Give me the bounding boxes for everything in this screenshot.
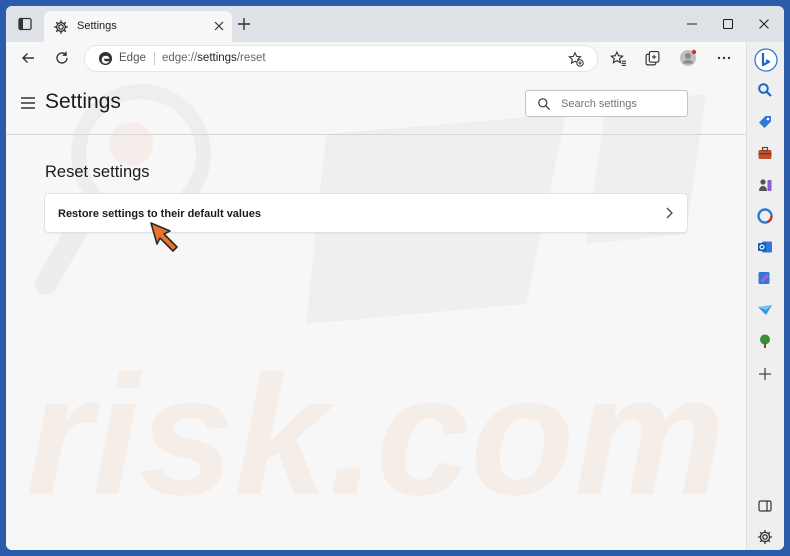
tools-icon — [758, 146, 772, 159]
tree-icon — [760, 334, 770, 348]
outlook-button[interactable] — [755, 237, 775, 257]
hide-sidebar-button[interactable] — [755, 496, 775, 516]
add-icon — [759, 368, 771, 380]
drop-icon — [758, 305, 772, 315]
watermark-text: risk.com — [26, 341, 725, 531]
shopping-tag-icon — [759, 116, 771, 128]
refresh-icon — [56, 51, 68, 64]
favorites-icon — [609, 50, 626, 66]
maximize-button[interactable] — [718, 14, 738, 34]
collections-button[interactable] — [642, 48, 662, 68]
url-text: edge://settings/reset — [162, 52, 266, 64]
browser-window: Settings Edge edge://settings/reset risk… — [6, 6, 784, 550]
profile-button[interactable] — [678, 48, 698, 68]
watermark: risk.com — [26, 84, 725, 531]
page-title: Settings — [45, 90, 121, 113]
address-separator — [154, 52, 155, 65]
site-identity-label: Edge — [119, 52, 146, 64]
tree-button[interactable] — [755, 331, 775, 351]
chevron-right-icon — [666, 207, 673, 219]
designer-icon — [758, 272, 770, 284]
edge-logo-icon — [98, 51, 113, 66]
outlook-icon — [758, 241, 772, 253]
tab-settings[interactable]: Settings — [44, 11, 232, 42]
office-icon — [757, 208, 773, 224]
search-icon — [538, 98, 551, 111]
gear-icon — [54, 20, 68, 34]
bing-copilot-button[interactable] — [754, 48, 778, 72]
pointer-arrow-icon — [150, 222, 178, 252]
title-bar: Settings — [6, 6, 784, 42]
favorites-button[interactable] — [608, 48, 628, 68]
navigation-toolbar: Edge edge://settings/reset — [6, 42, 746, 74]
search-input[interactable] — [561, 98, 679, 110]
edge-sidebar — [746, 42, 784, 550]
minimize-icon — [687, 23, 697, 25]
back-icon — [22, 53, 34, 63]
tab-title: Settings — [77, 20, 117, 32]
designer-button[interactable] — [755, 268, 775, 288]
url-prefix: edge:// — [162, 52, 198, 64]
minimize-button[interactable] — [682, 14, 702, 34]
menu-icon[interactable] — [20, 96, 36, 110]
address-bar[interactable]: Edge edge://settings/reset — [84, 45, 598, 72]
more-icon — [717, 56, 731, 60]
customize-sidebar-button[interactable] — [755, 527, 775, 547]
add-favorite-icon[interactable] — [568, 51, 584, 67]
url-suffix: /reset — [236, 52, 266, 64]
settings-page: risk.com Settings Reset settings Restore… — [6, 74, 746, 550]
sidebar-search-button[interactable] — [755, 80, 775, 100]
settings-header: Settings — [6, 74, 746, 135]
tools-button[interactable] — [755, 143, 775, 163]
games-icon — [759, 179, 772, 191]
office-button[interactable] — [755, 206, 775, 226]
refresh-button[interactable] — [52, 48, 72, 68]
close-tab-icon[interactable] — [212, 19, 226, 33]
section-title: Reset settings — [45, 163, 150, 181]
drop-button[interactable] — [755, 300, 775, 320]
search-icon — [758, 83, 772, 97]
games-button[interactable] — [755, 175, 775, 195]
close-icon — [759, 19, 769, 29]
new-tab-icon[interactable] — [236, 16, 252, 32]
profile-avatar-icon — [680, 49, 697, 66]
settings-search-box[interactable] — [525, 90, 688, 117]
add-sidebar-app-button[interactable] — [755, 364, 775, 384]
sidebar-toggle-icon — [758, 500, 772, 512]
shopping-button[interactable] — [755, 112, 775, 132]
bing-copilot-icon — [754, 48, 778, 72]
url-path: settings — [197, 52, 237, 64]
restore-defaults-row[interactable]: Restore settings to their default values — [45, 194, 687, 232]
close-window-button[interactable] — [754, 14, 774, 34]
more-button[interactable] — [714, 48, 734, 68]
maximize-icon — [722, 18, 734, 30]
settings-icon — [757, 529, 773, 545]
collections-icon — [645, 50, 659, 65]
back-button[interactable] — [18, 48, 38, 68]
tab-actions-icon[interactable] — [16, 15, 34, 33]
